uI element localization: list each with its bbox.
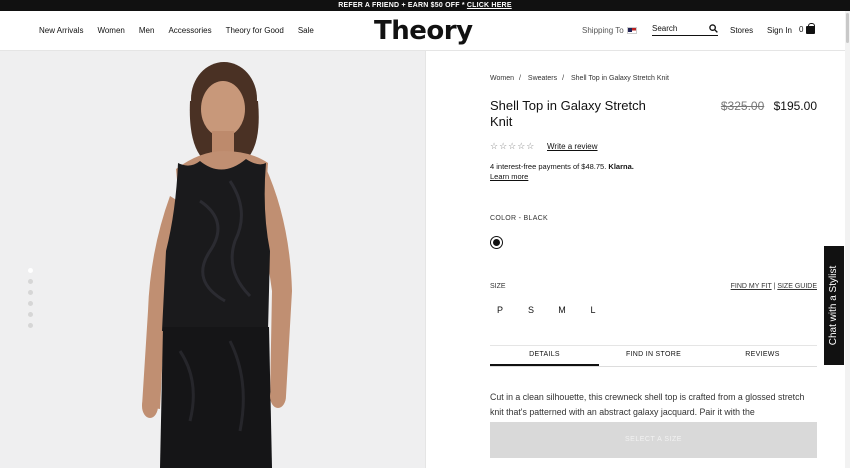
tab-reviews[interactable]: REVIEWS	[708, 345, 817, 366]
product-image[interactable]	[0, 51, 425, 468]
scrollbar[interactable]	[845, 11, 850, 468]
promo-text: REFER A FRIEND + EARN $50 OFF *	[338, 2, 465, 9]
nav-accessories[interactable]: Accessories	[168, 26, 211, 35]
chat-label: Chat with a Stylist	[828, 265, 840, 346]
shipping-label: Shipping To	[582, 26, 624, 35]
color-value: BLACK	[523, 215, 548, 222]
model-photo	[142, 62, 292, 468]
shipping-selector[interactable]: Shipping To	[582, 26, 637, 35]
find-my-fit-link[interactable]: FIND MY FIT	[731, 283, 772, 290]
bag-count: 0	[799, 24, 804, 34]
swatch-fill	[493, 239, 500, 246]
breadcrumb: Women / Sweaters / Shell Top in Galaxy Str…	[490, 75, 674, 82]
promo-link[interactable]: CLICK HERE	[467, 2, 512, 9]
tab-find-in-store[interactable]: FIND IN STORE	[599, 345, 708, 366]
divider	[425, 51, 426, 468]
klarna-info: 4 interest-free payments of $48.75. Klar…	[490, 162, 634, 182]
breadcrumb-sweaters[interactable]: Sweaters	[528, 75, 557, 82]
breadcrumb-current: Shell Top in Galaxy Stretch Knit	[571, 75, 669, 82]
product-description: Cut in a clean silhouette, this crewneck…	[490, 392, 805, 417]
size-option-l[interactable]: L	[589, 305, 597, 315]
main-nav: New Arrivals Women Men Accessories Theor…	[39, 26, 328, 35]
size-option-p[interactable]: P	[496, 305, 504, 315]
search-placeholder: Search	[652, 24, 678, 33]
us-flag-icon	[626, 27, 637, 34]
breadcrumb-separator: /	[562, 75, 565, 82]
sign-in-link[interactable]: Sign In	[767, 26, 792, 35]
product-title: Shell Top in Galaxy Stretch Knit	[490, 98, 646, 129]
write-review-link[interactable]: Write a review	[547, 142, 598, 151]
size-guide-link[interactable]: SIZE GUIDE	[777, 283, 817, 290]
search-icon[interactable]	[709, 24, 718, 33]
site-header: New Arrivals Women Men Accessories Theor…	[0, 11, 850, 51]
tab-details[interactable]: DETAILS	[490, 345, 599, 366]
klarna-logo: Klarna.	[608, 162, 634, 171]
search-input[interactable]: Search	[652, 24, 718, 36]
breadcrumb-separator: /	[519, 75, 521, 82]
klarna-text: 4 interest-free payments of $48.75.	[490, 162, 607, 171]
theory-logo[interactable]: Theory	[374, 16, 473, 46]
carousel-dot[interactable]	[28, 301, 33, 306]
carousel-dot[interactable]	[28, 323, 33, 328]
nav-sale[interactable]: Sale	[298, 26, 314, 35]
shopping-bag[interactable]: 0	[799, 23, 816, 34]
size-option-m[interactable]: M	[558, 305, 566, 315]
size-option-s[interactable]: S	[527, 305, 535, 315]
color-label-text: COLOR -	[490, 215, 522, 222]
size-label: SIZE	[490, 283, 506, 290]
nav-theory-for-good[interactable]: Theory for Good	[226, 26, 284, 35]
bag-icon	[806, 23, 816, 34]
select-size-button[interactable]: SELECT A SIZE	[490, 422, 817, 458]
chat-with-stylist-button[interactable]: Chat with a Stylist	[824, 246, 844, 365]
stores-link[interactable]: Stores	[730, 26, 753, 35]
size-links: FIND MY FIT | SIZE GUIDE	[730, 283, 817, 290]
nav-new-arrivals[interactable]: New Arrivals	[39, 26, 83, 35]
price-block: $325.00 $195.00	[721, 99, 817, 113]
rating-stars-icon: ☆☆☆☆☆	[490, 141, 536, 151]
nav-men[interactable]: Men	[139, 26, 155, 35]
promo-banner: REFER A FRIEND + EARN $50 OFF * CLICK HE…	[0, 0, 850, 11]
original-price: $325.00	[720, 99, 765, 113]
breadcrumb-women[interactable]: Women	[490, 75, 514, 82]
nav-women[interactable]: Women	[97, 26, 124, 35]
carousel-dot[interactable]	[28, 268, 33, 273]
carousel-dot[interactable]	[28, 290, 33, 295]
carousel-dots	[28, 268, 33, 328]
carousel-dot[interactable]	[28, 312, 33, 317]
sale-price: $195.00	[773, 99, 817, 113]
color-swatch-black[interactable]	[490, 236, 503, 249]
color-label: COLOR - BLACK	[490, 215, 548, 222]
product-details-panel: Women / Sweaters / Shell Top in Galaxy Str…	[490, 51, 817, 468]
product-tabs: DETAILS FIND IN STORE REVIEWS	[490, 345, 817, 367]
scrollbar-thumb[interactable]	[846, 13, 849, 43]
size-options: P S M L	[496, 305, 597, 315]
learn-more-link[interactable]: Learn more	[490, 172, 528, 181]
carousel-dot[interactable]	[28, 279, 33, 284]
